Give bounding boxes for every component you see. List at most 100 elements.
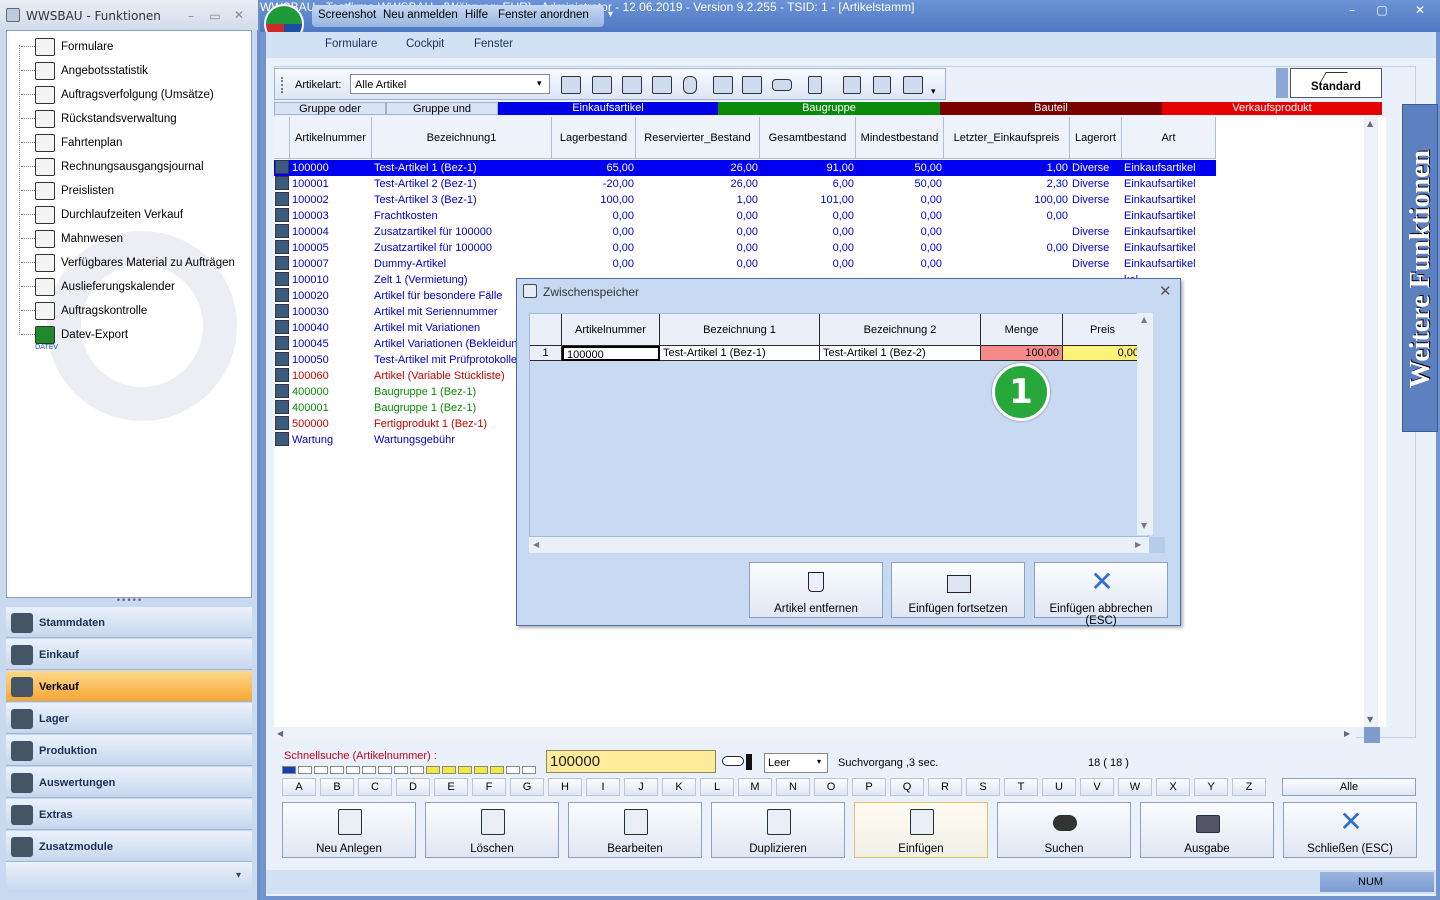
pointing-hand-icon[interactable] <box>720 750 754 772</box>
filter-letter-k[interactable]: K <box>662 778 696 796</box>
sort-icon[interactable] <box>808 76 822 94</box>
package-icon[interactable] <box>652 76 672 94</box>
chevron-down-icon[interactable]: ▾ <box>236 870 241 881</box>
legend-5[interactable]: Bauteil <box>940 102 1162 115</box>
action-new-document-button[interactable]: Neu Anlegen <box>282 802 416 858</box>
filter-letter-v[interactable]: V <box>1080 778 1114 796</box>
column-header[interactable]: Reservierter_Bestand <box>636 117 760 159</box>
function-item[interactable]: Rechnungsausgangsjournal <box>7 155 251 179</box>
function-item[interactable]: Auslieferungskalender <box>7 275 251 299</box>
search-mode-select[interactable]: Leer ▾ <box>764 753 828 773</box>
filter-letter-d[interactable]: D <box>396 778 430 796</box>
filter-letter-b[interactable]: B <box>320 778 354 796</box>
quick-menu-screenshot[interactable]: Screenshot <box>318 9 376 21</box>
column-header[interactable]: Bezeichnung1 <box>372 117 552 159</box>
action-printer-button[interactable]: Ausgabe <box>1140 802 1274 858</box>
image-icon[interactable] <box>622 76 642 94</box>
filter-letter-x[interactable]: X <box>1156 778 1190 796</box>
column-header[interactable]: Preis <box>1063 314 1143 346</box>
nav-extras[interactable]: Extras <box>6 799 252 830</box>
filter-letter-q[interactable]: Q <box>890 778 924 796</box>
minimize-icon[interactable]: – <box>1338 2 1366 20</box>
dialog-horizontal-scrollbar[interactable]: ◀ ▶ <box>529 537 1149 553</box>
nav-verkauf[interactable]: Verkauf <box>6 671 252 702</box>
menu-fenster[interactable]: Fenster <box>474 38 513 50</box>
toolbar-grip[interactable] <box>281 77 284 93</box>
maximize-icon[interactable]: ▢ <box>1368 2 1396 20</box>
column-header[interactable]: Artikelnummer <box>290 117 372 159</box>
schnellsuche-input[interactable]: 100000 <box>546 750 716 773</box>
grid-horizontal-scrollbar[interactable]: ◀ ▶ <box>274 727 1356 741</box>
filter-letter-r[interactable]: R <box>928 778 962 796</box>
splitter-grip[interactable]: ••••• <box>6 597 252 606</box>
filter-letter-e[interactable]: E <box>434 778 468 796</box>
box-icon[interactable] <box>713 76 733 94</box>
close-icon[interactable]: ✕ <box>232 9 246 21</box>
einfuegen-abbrechen-button[interactable]: ✕ Einfügen abbrechen (ESC) <box>1034 562 1168 627</box>
menge-cell[interactable]: 100,00 <box>981 346 1063 361</box>
stock-icon[interactable] <box>592 76 612 94</box>
nav-einkauf[interactable]: Einkauf <box>6 639 252 670</box>
column-header[interactable]: Gesamtbestand <box>760 117 856 159</box>
function-item[interactable]: Mahnwesen <box>7 227 251 251</box>
scroll-up-icon[interactable]: ▲ <box>1367 119 1373 128</box>
legend-1[interactable]: Gruppe oder <box>274 102 386 115</box>
scroll-down-icon[interactable]: ▼ <box>1141 521 1147 530</box>
column-header[interactable]: Menge <box>981 314 1063 346</box>
action-close-x-button[interactable]: ✕ Schließen (ESC) <box>1283 802 1417 858</box>
filter-letter-m[interactable]: M <box>738 778 772 796</box>
bezeichnung2-cell[interactable]: Test-Artikel 1 (Bez-2) <box>820 346 981 361</box>
scroll-left-icon[interactable]: ◀ <box>533 540 539 549</box>
action-edit-button[interactable]: Bearbeiten <box>568 802 702 858</box>
table-row[interactable]: 100005 Zusatzartikel für 100000 0,00 0,00 0,… <box>274 240 1216 256</box>
table-row[interactable]: 100001 Test-Artikel 2 (Bez-1) -20,00 26,00 6… <box>274 176 1216 192</box>
column-header[interactable]: Bezeichnung 2 <box>820 314 981 346</box>
nav-zusatzmodule[interactable]: Zusatzmodule <box>6 831 252 862</box>
function-item[interactable]: Auftragsverfolgung (Umsätze) <box>7 83 251 107</box>
preis-cell[interactable]: 0,00 <box>1063 346 1143 361</box>
filter-alle-button[interactable]: Alle <box>1282 778 1416 796</box>
toolbar-overflow-icon[interactable]: ▾ <box>931 87 936 97</box>
function-item[interactable]: Angebotsstatistik <box>7 59 251 83</box>
nav-auswertungen[interactable]: Auswertungen <box>6 767 252 798</box>
filter-letter-i[interactable]: I <box>586 778 620 796</box>
weitere-funktionen-panel[interactable]: Weitere Funktionen <box>1402 104 1438 432</box>
menu-cockpit[interactable]: Cockpit <box>406 38 444 50</box>
filter-letter-z[interactable]: Z <box>1232 778 1266 796</box>
artikelnummer-cell[interactable]: 100000 <box>562 346 660 361</box>
scroll-right-icon[interactable]: ▶ <box>1135 540 1141 549</box>
quick-menu-hilfe[interactable]: Hilfe <box>465 9 488 21</box>
table-row[interactable]: 100003 Frachtkosten 0,00 0,00 0,00 0,00 0,00 Ei… <box>274 208 1216 224</box>
column-header[interactable]: Art <box>1122 117 1216 159</box>
action-trash-button[interactable]: Löschen <box>425 802 559 858</box>
scroll-up-icon[interactable]: ▲ <box>1141 315 1147 324</box>
filter-letter-h[interactable]: H <box>548 778 582 796</box>
close-icon[interactable]: ✕ <box>1406 2 1434 20</box>
page-icon[interactable] <box>843 76 861 94</box>
filter-letter-o[interactable]: O <box>814 778 848 796</box>
display-icon[interactable] <box>772 79 792 91</box>
filter-letter-w[interactable]: W <box>1118 778 1152 796</box>
table-row[interactable]: 100004 Zusatzartikel für 100000 0,00 0,00 0,… <box>274 224 1216 240</box>
filter-letter-t[interactable]: T <box>1004 778 1038 796</box>
action-paste-button[interactable]: Einfügen <box>854 802 988 858</box>
column-header[interactable]: Letzter_Einkaufspreis <box>944 117 1070 159</box>
action-duplicate-button[interactable]: Duplizieren <box>711 802 845 858</box>
scroll-down-icon[interactable]: ▼ <box>1367 715 1373 724</box>
artikel-entfernen-button[interactable]: Artikel entfernen <box>749 562 883 618</box>
filter-letter-a[interactable]: A <box>282 778 316 796</box>
legend-6[interactable]: Verkaufsprodukt <box>1162 102 1382 115</box>
dialog-vertical-scrollbar[interactable]: ▲ ▼ <box>1137 313 1153 535</box>
nav-lager[interactable]: Lager <box>6 703 252 734</box>
nav-stammdaten[interactable]: Stammdaten <box>6 607 252 638</box>
function-item[interactable]: Formulare <box>7 35 251 59</box>
calendar-icon[interactable] <box>561 76 581 94</box>
legend-4[interactable]: Baugruppe <box>718 102 940 115</box>
window-icon[interactable] <box>873 76 891 94</box>
close-icon[interactable]: ✕ <box>1159 282 1172 300</box>
hourglass-icon[interactable] <box>683 76 697 94</box>
screen-icon[interactable] <box>903 76 923 94</box>
standard-button[interactable]: Standard <box>1290 68 1382 98</box>
scroll-right-icon[interactable]: ▶ <box>1344 729 1350 738</box>
filter-letter-u[interactable]: U <box>1042 778 1076 796</box>
